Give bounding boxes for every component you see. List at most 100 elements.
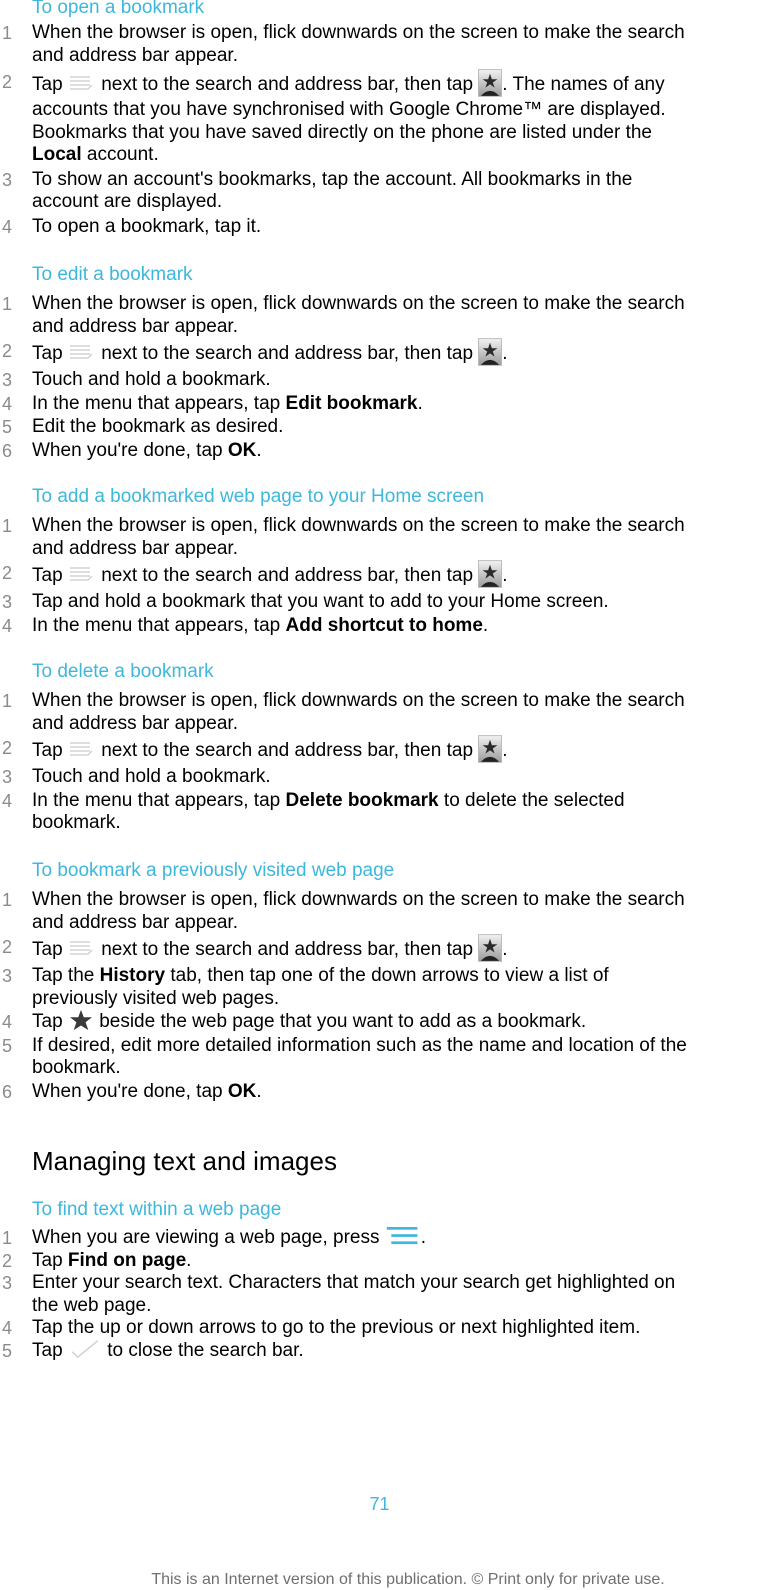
step-text: In the menu that appears, tap — [32, 614, 286, 636]
step: 3 Touch and hold a bookmark. — [2, 766, 693, 789]
menu-list-icon — [68, 738, 96, 760]
step-number: 4 — [1, 216, 12, 237]
menu-key-icon — [385, 1225, 421, 1247]
step-text: In the menu that appears, tap — [32, 789, 286, 811]
step-text: Tap the up or down arrows to go to the p… — [32, 1317, 641, 1339]
star-icon — [68, 1009, 94, 1031]
step-text-line: Tap beside the web page that you want to… — [32, 1011, 687, 1034]
step: 5 Edit the bookmark as desired. — [2, 416, 693, 439]
procedure-find-text: To find text within a web page 1 When yo… — [2, 1199, 683, 1363]
step-number: 5 — [1, 417, 12, 437]
step: 3 Tap and hold a bookmark that you want … — [2, 591, 693, 614]
step-text: . — [420, 1227, 427, 1249]
menu-list-icon — [68, 72, 96, 94]
menu-list-icon — [68, 341, 96, 363]
bookmarks-star-icon — [478, 735, 502, 763]
step-text-line: When you're done, tap OK. — [32, 1081, 687, 1104]
step-number: 4 — [1, 615, 12, 636]
step-text: . — [502, 343, 508, 365]
checkmark-icon — [68, 1339, 102, 1359]
procedure-title: To bookmark a previously visited web pag… — [32, 860, 395, 881]
step-text: next to the search and address bar, then… — [101, 740, 474, 762]
step-text-line: Tap next to the search and address bar, … — [32, 71, 685, 99]
step-text: Tap — [32, 565, 63, 587]
step-number: 1 — [1, 294, 12, 314]
chapter-managing-text: Managing text and images — [32, 1146, 337, 1176]
procedure-bookmark-history: To bookmark a previously visited web pag… — [2, 860, 695, 1104]
step-text-line: Tap the History tab, then tap one of the… — [32, 965, 687, 988]
step-number: 3 — [1, 966, 12, 986]
step-text: To show an account's bookmarks, tap the … — [32, 168, 633, 190]
step-text: and address bar appear. — [32, 712, 238, 734]
step: 1 When the browser is open, flick downwa… — [2, 293, 693, 338]
step: 4 In the menu that appears, tap Add shor… — [2, 615, 693, 638]
step-text: Touch and hold a bookmark. — [32, 766, 271, 787]
step: 3 Touch and hold a bookmark. — [2, 369, 693, 392]
procedure-title: To delete a bookmark — [32, 661, 214, 682]
step-text: account are displayed. — [32, 191, 223, 212]
step: 4 Tap beside the web page that you want … — [2, 1011, 695, 1034]
step-text: Bookmarks that you have saved directly o… — [32, 121, 652, 143]
procedure-title: To open a bookmark — [32, 0, 205, 18]
step-text: next to the search and address bar, then… — [101, 939, 474, 961]
step: 2 Tap Find on page. — [2, 1249, 683, 1273]
step: 2 Tap next to the search and address bar… — [2, 562, 693, 590]
step-text: account. — [81, 144, 159, 165]
step-text: Tap and hold a bookmark that you want to… — [32, 591, 609, 612]
step-number: 2 — [1, 563, 12, 583]
step-text: previously visited web pages. — [32, 987, 280, 1009]
footer-note: This is an Internet version of this publ… — [151, 1571, 665, 1588]
step-text: and address bar appear. — [32, 315, 238, 337]
step-text-line: Tap next to the search and address bar, … — [32, 936, 687, 964]
step-text: When the browser is open, flick downward… — [32, 889, 685, 910]
step-text-line: Tap to close the search bar. — [32, 1340, 675, 1363]
step-number: 1 — [1, 890, 12, 910]
bookmarks-star-icon — [478, 338, 502, 366]
step-text: and address bar appear. — [32, 911, 238, 933]
step-text: When the browser is open, flick downward… — [32, 690, 685, 711]
step-number: 1 — [1, 691, 12, 711]
step-number: 3 — [1, 1273, 12, 1294]
step-text: . The names of any — [502, 74, 665, 96]
step-text: Touch and hold a bookmark. — [32, 369, 271, 390]
step-text: beside the web page that you want to add… — [99, 1011, 587, 1033]
step-number: 4 — [1, 393, 12, 414]
step-text-line: In the menu that appears, tap Add shortc… — [32, 615, 685, 638]
step-text: When you are viewing a web page, press — [32, 1227, 380, 1249]
menu-list-icon — [68, 937, 96, 959]
menu-list-icon — [68, 563, 96, 585]
step-number: 6 — [1, 1081, 12, 1102]
step: 5 Tap to close the search bar. — [2, 1340, 683, 1363]
step-number: 3 — [1, 767, 12, 787]
step-number: 5 — [1, 1340, 12, 1361]
step-text: next to the search and address bar, then… — [101, 74, 474, 96]
step-text: next to the search and address bar, then… — [101, 565, 474, 587]
step: 4 In the menu that appears, tap Delete b… — [2, 789, 693, 835]
step: 2 Tap next to the search and address bar… — [2, 71, 693, 167]
step: 1 When the browser is open, flick downwa… — [2, 690, 693, 735]
step-text: . — [186, 1249, 192, 1271]
step-text: Edit the bookmark as desired. — [32, 416, 284, 437]
step-text: To open a bookmark, tap it. — [32, 215, 262, 237]
emphasis-text: History — [99, 965, 166, 986]
emphasis-text: Local — [32, 144, 82, 165]
step-number: 1 — [1, 23, 12, 43]
bookmarks-star-icon — [478, 934, 502, 962]
step-number: 3 — [1, 370, 12, 390]
step-text-line: Tap next to the search and address bar, … — [32, 737, 685, 765]
procedure-add-to-home: To add a bookmarked web page to your Hom… — [2, 486, 693, 638]
page-number: 71 — [369, 1494, 390, 1514]
step-number: 3 — [1, 592, 12, 612]
step: 6 When you're done, tap OK. — [2, 1081, 695, 1104]
step-number: 1 — [1, 1228, 12, 1248]
step-number: 2 — [1, 341, 12, 361]
step: 4 To open a bookmark, tap it. — [2, 215, 693, 239]
step-number: 6 — [1, 440, 12, 461]
step: 4 In the menu that appears, tap Edit boo… — [2, 392, 693, 416]
step-text: . — [502, 740, 508, 762]
step: 1 When the browser is open, flick downwa… — [2, 889, 695, 934]
step-text: Tap the — [32, 965, 100, 986]
step-text: In the menu that appears, tap — [32, 392, 286, 414]
step-text: When you're done, tap — [32, 1080, 228, 1102]
step-text: bookmark. — [32, 1057, 121, 1079]
